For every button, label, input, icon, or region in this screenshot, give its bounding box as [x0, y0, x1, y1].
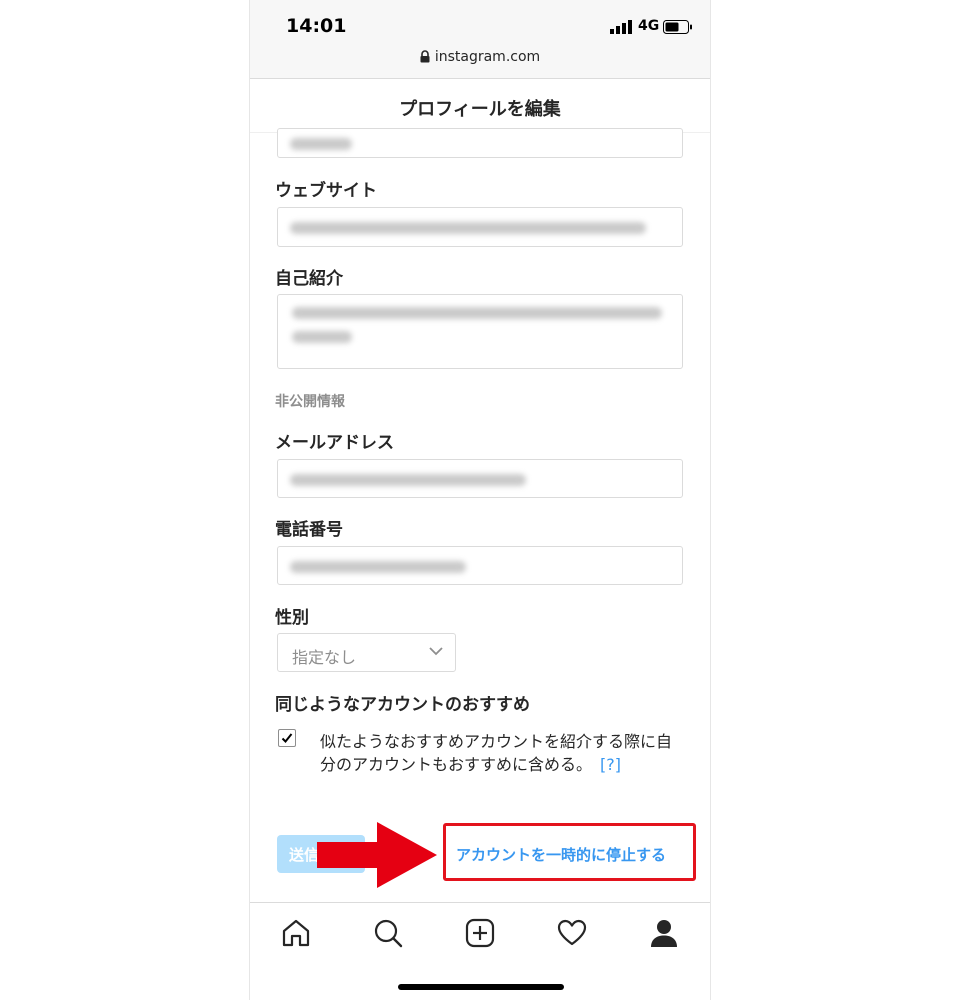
chevron-down-icon	[429, 647, 443, 656]
email-field[interactable]	[277, 459, 683, 498]
home-indicator	[398, 984, 564, 990]
phone-label: 電話番号	[275, 520, 343, 540]
home-icon[interactable]	[281, 918, 311, 948]
gender-selected-value: 指定なし	[292, 648, 357, 667]
phone-screen: 14:01 4G instagram.com プロフィールを編集 ウェブサイト	[249, 0, 711, 1000]
checkmark-icon	[281, 733, 293, 743]
email-label: メールアドレス	[275, 433, 394, 453]
network-type: 4G	[638, 18, 660, 34]
username-value-redacted	[290, 138, 352, 150]
website-field[interactable]	[277, 207, 683, 247]
status-and-address-bar: 14:01 4G instagram.com	[250, 0, 710, 79]
phone-value-redacted	[290, 561, 466, 573]
url-text: instagram.com	[434, 49, 541, 65]
signal-icon	[610, 20, 632, 34]
new-post-icon[interactable]	[465, 918, 495, 948]
private-info-heading: 非公開情報	[275, 394, 345, 410]
search-icon[interactable]	[373, 918, 403, 948]
profile-icon[interactable]	[649, 918, 679, 948]
recommendations-label: 同じようなアカウントのおすすめ	[275, 695, 530, 715]
battery-icon	[663, 20, 692, 34]
lock-icon	[420, 50, 430, 63]
address-bar[interactable]: instagram.com	[250, 49, 710, 65]
bio-value-redacted-line2	[292, 331, 352, 343]
website-value-redacted	[290, 222, 646, 234]
activity-heart-icon[interactable]	[557, 918, 587, 948]
help-link[interactable]: [?]	[600, 755, 621, 774]
phone-field[interactable]	[277, 546, 683, 585]
status-time: 14:01	[286, 15, 347, 37]
red-arrow-annotation	[317, 822, 437, 888]
gender-select[interactable]: 指定なし	[277, 633, 456, 672]
bio-textarea[interactable]	[277, 294, 683, 369]
website-label: ウェブサイト	[275, 181, 377, 201]
email-value-redacted	[290, 474, 526, 486]
gender-label: 性別	[275, 608, 309, 628]
deactivate-highlight-box: アカウントを一時的に停止する	[443, 823, 696, 881]
page-header: プロフィールを編集	[250, 79, 710, 133]
page-title: プロフィールを編集	[399, 99, 561, 120]
deactivate-account-link[interactable]: アカウントを一時的に停止する	[456, 844, 682, 865]
submit-label: 送信	[289, 846, 320, 864]
recommendations-description: 似たようなおすすめアカウントを紹介する際に自分のアカウントもおすすめに含める。[…	[320, 730, 680, 776]
recommendations-checkbox[interactable]	[278, 729, 296, 747]
username-field[interactable]	[277, 128, 683, 158]
bio-label: 自己紹介	[275, 269, 343, 289]
bio-value-redacted-line1	[292, 307, 662, 319]
